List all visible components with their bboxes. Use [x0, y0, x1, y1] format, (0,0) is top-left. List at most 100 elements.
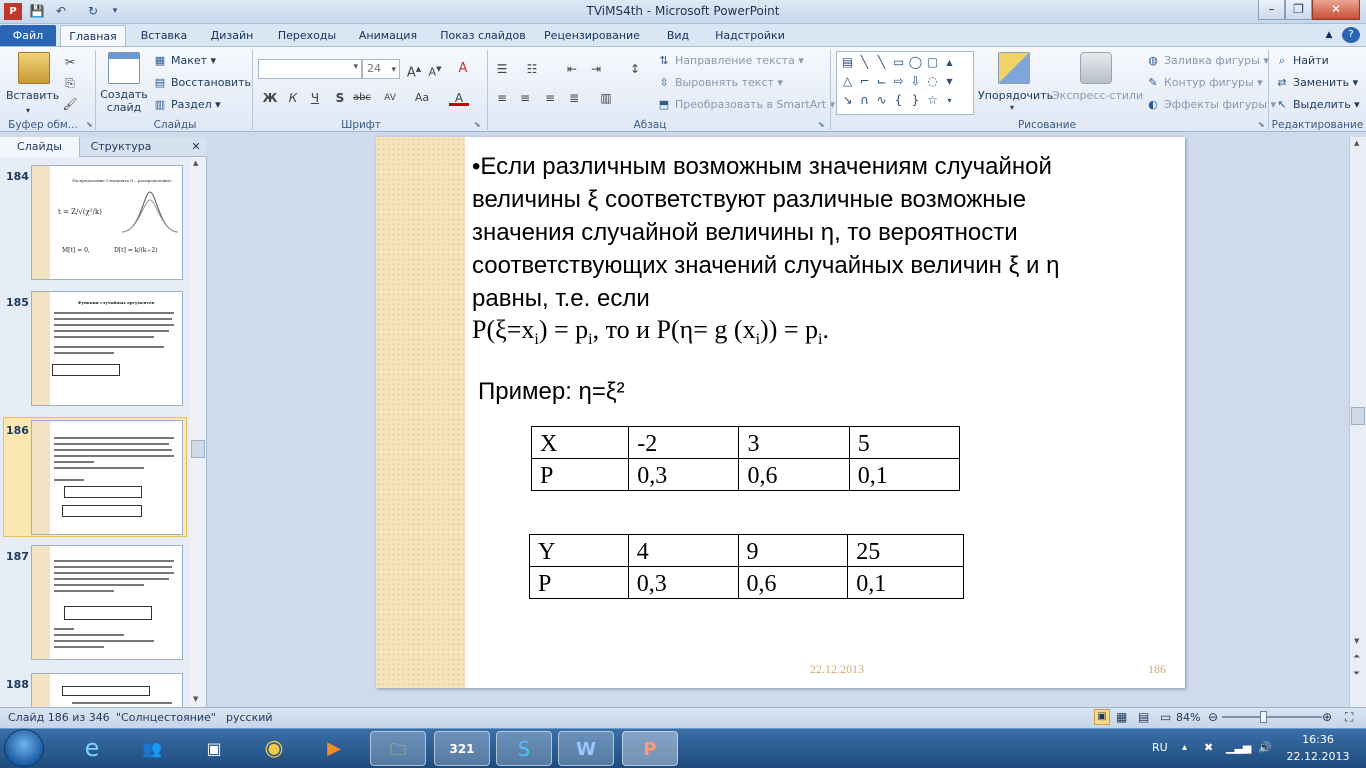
arrange-button[interactable]: Упорядочить: [978, 89, 1053, 103]
language-indicator[interactable]: русский: [226, 707, 273, 728]
redo-icon[interactable]: ↻: [84, 3, 102, 20]
table-y[interactable]: Y 4 9 25 P 0,3 0,6 0,1: [529, 534, 964, 599]
drawing-launcher-icon[interactable]: ⬊: [1258, 120, 1265, 129]
align-left-icon[interactable]: ≡: [492, 89, 512, 107]
more-shapes-icon[interactable]: ▾: [941, 92, 958, 109]
brace-left-shape-icon[interactable]: {: [890, 92, 907, 109]
slide-thumbnail-186[interactable]: [31, 420, 183, 535]
font-color-button[interactable]: A: [449, 89, 469, 106]
help-icon[interactable]: ?: [1342, 27, 1360, 43]
tray-signal-icon[interactable]: ▁▃▅: [1226, 728, 1251, 768]
line-shape-icon[interactable]: ╲: [873, 54, 890, 71]
arrange-icon[interactable]: [998, 52, 1030, 84]
panel-scrollbar[interactable]: ▲ ▼: [190, 157, 206, 707]
brace-right-shape-icon[interactable]: }: [907, 92, 924, 109]
tab-outline[interactable]: Структура: [82, 137, 160, 157]
arrow-right-shape-icon[interactable]: ⇨: [890, 73, 907, 90]
paragraph-launcher-icon[interactable]: ⬊: [818, 120, 825, 129]
shadow-button[interactable]: S: [330, 89, 350, 107]
increase-indent-icon[interactable]: ⇥: [586, 60, 606, 78]
new-slide-icon[interactable]: [108, 52, 140, 84]
text-direction-button[interactable]: ⇅ Направление текста ▾: [656, 54, 803, 68]
minimize-button[interactable]: –: [1258, 0, 1285, 20]
shape-effects-button[interactable]: ◐ Эффекты фигуры ▾: [1145, 98, 1276, 112]
columns-icon[interactable]: ▥: [596, 89, 616, 107]
slide-thumbnail-187[interactable]: [31, 545, 183, 660]
layout-button[interactable]: ▦ Макет ▾: [152, 54, 216, 68]
messenger-icon[interactable]: 👥: [124, 731, 180, 766]
shape-fill-button[interactable]: ◍ Заливка фигуры ▾: [1145, 54, 1269, 68]
find-button[interactable]: ⌕ Найти: [1274, 54, 1329, 68]
powerpoint-icon[interactable]: P: [622, 731, 678, 766]
tab-insert[interactable]: Вставка: [135, 25, 193, 46]
skype-icon[interactable]: S: [496, 731, 552, 766]
tab-transitions[interactable]: Переходы: [272, 25, 342, 46]
underline-button[interactable]: Ч: [305, 89, 325, 107]
slide-thumbnail-185[interactable]: Функции случайных аргументов: [31, 291, 183, 406]
curve-shape-icon[interactable]: ∩: [856, 92, 873, 109]
scroll-up-icon[interactable]: ▲: [941, 54, 958, 71]
font-launcher-icon[interactable]: ⬊: [474, 120, 481, 129]
paste-icon[interactable]: [18, 52, 50, 84]
slide-sorter-icon[interactable]: ▦: [1116, 707, 1127, 728]
main-scroll-thumb[interactable]: [1351, 407, 1365, 425]
prev-slide-icon[interactable]: ⏶: [1353, 652, 1360, 662]
slide-body-text[interactable]: •Если различным возможным значениям случ…: [472, 150, 1059, 315]
word-icon[interactable]: W: [558, 731, 614, 766]
save-icon[interactable]: 💾: [28, 3, 46, 20]
tray-date[interactable]: 22.12.2013: [1282, 750, 1354, 763]
powerpoint-logo-icon[interactable]: P: [4, 3, 22, 20]
char-spacing-button[interactable]: AV: [380, 89, 400, 107]
quick-styles-button[interactable]: Экспресс-стили: [1052, 89, 1143, 103]
scroll-up-icon[interactable]: ▲: [193, 159, 198, 167]
connector-shape-icon[interactable]: ⌐: [856, 73, 873, 90]
align-text-button[interactable]: ⇳ Выровнять текст ▾: [656, 76, 783, 90]
tab-review[interactable]: Рецензирование: [542, 25, 642, 46]
panel-scroll-thumb[interactable]: [191, 440, 205, 458]
close-panel-icon[interactable]: ✕: [188, 137, 204, 157]
explorer-icon[interactable]: 🗀: [370, 731, 426, 766]
clear-format-icon[interactable]: A: [453, 60, 473, 78]
connector-shape-icon[interactable]: ⌙: [873, 73, 890, 90]
tab-home[interactable]: Главная: [60, 25, 126, 46]
slideshow-view-icon[interactable]: ▭: [1160, 707, 1171, 728]
tray-arrow-icon[interactable]: ▴: [1182, 728, 1187, 768]
table-x[interactable]: X -2 3 5 P 0,3 0,6 0,1: [530, 426, 961, 491]
select-button[interactable]: ↖ Выделить ▾: [1274, 98, 1359, 112]
shape-outline-button[interactable]: ✎ Контур фигуры ▾: [1145, 76, 1262, 90]
format-painter-icon[interactable]: 🖌: [60, 95, 80, 113]
tab-slides[interactable]: Слайды: [0, 137, 80, 157]
font-name-combo[interactable]: ▾: [258, 59, 362, 79]
align-center-icon[interactable]: ≡: [515, 89, 535, 107]
curve-shape-icon[interactable]: ∿: [873, 92, 890, 109]
main-scrollbar[interactable]: ▲ ▼ ⏶ ⏷: [1349, 137, 1366, 707]
zoom-in-icon[interactable]: ⊕: [1322, 707, 1332, 728]
scroll-down-icon[interactable]: ▼: [941, 73, 958, 90]
arrow-down-shape-icon[interactable]: ⇩: [907, 73, 924, 90]
scroll-down-icon[interactable]: ▼: [1354, 637, 1359, 645]
strikethrough-button[interactable]: abc: [352, 89, 372, 107]
decrease-indent-icon[interactable]: ⇤: [562, 60, 582, 78]
zoom-level[interactable]: 84%: [1176, 707, 1200, 728]
clipboard-launcher-icon[interactable]: ⬊: [86, 120, 93, 129]
media-player-classic-icon[interactable]: 321: [434, 731, 490, 766]
zoom-slider[interactable]: [1222, 716, 1322, 718]
align-right-icon[interactable]: ≡: [540, 89, 560, 107]
change-case-button[interactable]: Aa: [412, 89, 432, 107]
quick-styles-icon[interactable]: [1080, 52, 1112, 84]
tab-design[interactable]: Дизайн: [204, 25, 260, 46]
paste-dropdown-icon[interactable]: ▾: [26, 104, 30, 118]
font-size-combo[interactable]: 24 ▾: [362, 59, 400, 79]
rounded-rect-shape-icon[interactable]: ▢: [924, 54, 941, 71]
arrow-shape-icon[interactable]: ↘: [839, 92, 856, 109]
tray-time[interactable]: 16:36: [1288, 733, 1348, 746]
chrome-icon[interactable]: ◉: [246, 731, 302, 766]
tray-volume-icon[interactable]: 🔊: [1258, 728, 1272, 768]
cut-icon[interactable]: ✂: [60, 53, 80, 71]
tab-file[interactable]: Файл: [0, 25, 56, 46]
fit-to-window-icon[interactable]: ⛶: [1345, 707, 1353, 728]
shapes-gallery[interactable]: ▤ ╲ ╲ ▭ ◯ ▢ ▲ △ ⌐ ⌙ ⇨ ⇩ ◌ ▼ ↘ ∩ ∿ { } ☆ …: [836, 51, 974, 115]
triangle-shape-icon[interactable]: △: [839, 73, 856, 90]
maximize-button[interactable]: ❐: [1285, 0, 1312, 20]
callout-shape-icon[interactable]: ◌: [924, 73, 941, 90]
